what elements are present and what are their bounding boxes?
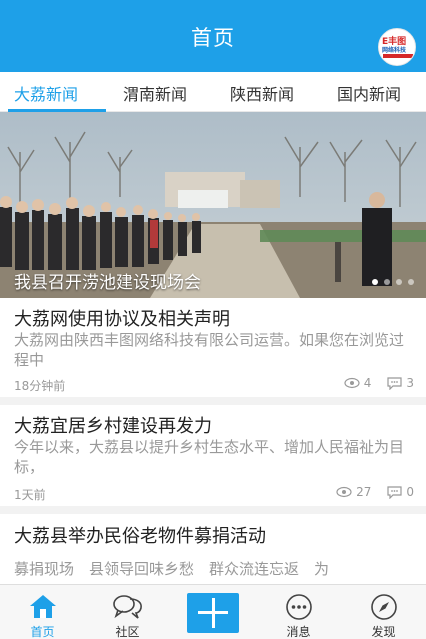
nav-label: 发现 (371, 625, 396, 639)
nav-label: 首页 (30, 625, 55, 639)
comment-icon (387, 485, 402, 499)
nav-home[interactable]: 首页 (0, 585, 85, 639)
news-time: 1天前 (14, 488, 46, 502)
view-count: 27 (356, 485, 372, 499)
news-title: 大荔宜居乡村建设再发力 (14, 416, 212, 437)
carousel-dot[interactable] (408, 279, 414, 285)
comment-count: 0 (406, 485, 414, 499)
message-dots-icon (285, 594, 312, 620)
divider (0, 397, 426, 405)
news-item[interactable]: 大荔宜居乡村建设再发力 今年以来，大荔县以提升乡村生态水平、增加人民福祉为目标，… (0, 405, 426, 514)
comment-icon (387, 376, 402, 390)
logo-text-bottom: 网络科技 (382, 47, 407, 54)
view-count: 4 (363, 376, 372, 390)
featured-banner[interactable]: 我县召开涝池建设现场会 (0, 112, 426, 298)
carousel-dot[interactable] (372, 279, 378, 285)
eye-icon (336, 486, 352, 498)
publish-plus-button[interactable] (187, 593, 239, 633)
chat-bubbles-icon (112, 595, 142, 619)
carousel-dots (372, 279, 414, 285)
news-summary: 大荔网由陕西丰图网络科技有限公司运营。如果您在浏览过程中 (14, 331, 405, 369)
news-title: 大荔县举办民俗老物件募捐活动 (14, 526, 266, 547)
tab-shaanxi-news[interactable]: 陕西新闻 (230, 81, 294, 105)
divider (0, 506, 426, 514)
nav-messages[interactable]: 消息 (256, 585, 341, 639)
news-item[interactable]: 大荔县举办民俗老物件募捐活动 募捐现场 县领导回味乡愁 群众流连忘返 为 (0, 514, 426, 584)
news-summary: 今年以来，大荔县以提升乡村生态水平、增加人民福祉为目标， (14, 438, 405, 476)
tab-weinan-news[interactable]: 渭南新闻 (123, 81, 187, 105)
page-title: 首页 (191, 26, 235, 50)
news-summary: 募捐现场 县领导回味乡愁 群众流连忘返 为 (14, 560, 330, 578)
brand-logo[interactable]: E丰图 网络科技 (378, 28, 416, 66)
news-time: 18分钟前 (14, 379, 66, 393)
nav-label: 社区 (115, 625, 140, 639)
comment-count: 3 (406, 376, 414, 390)
bottom-navigation: 首页 社区 消息 发现 (0, 584, 426, 639)
banner-caption: 我县召开涝池建设现场会 (14, 273, 201, 293)
eye-icon (344, 377, 360, 389)
home-icon (29, 595, 56, 618)
news-stats: 4 3 (344, 376, 414, 390)
nav-discover[interactable]: 发现 (341, 585, 426, 639)
app-header: 首页 E丰图 网络科技 (0, 0, 426, 72)
logo-stripe (383, 54, 413, 58)
news-stats: 27 0 (336, 485, 414, 499)
carousel-dot[interactable] (384, 279, 390, 285)
tab-domestic-news[interactable]: 国内新闻 (337, 81, 401, 105)
nav-community[interactable]: 社区 (85, 585, 170, 639)
compass-icon (370, 594, 397, 620)
tab-dali-news[interactable]: 大荔新闻 (14, 81, 78, 105)
nav-label: 消息 (286, 625, 311, 639)
carousel-dot[interactable] (396, 279, 402, 285)
news-category-tabs: 大荔新闻 渭南新闻 陕西新闻 国内新闻 (0, 72, 426, 112)
news-item[interactable]: 大荔网使用协议及相关声明 大荔网由陕西丰图网络科技有限公司运营。如果您在浏览过程… (0, 298, 426, 405)
news-title: 大荔网使用协议及相关声明 (14, 309, 230, 330)
